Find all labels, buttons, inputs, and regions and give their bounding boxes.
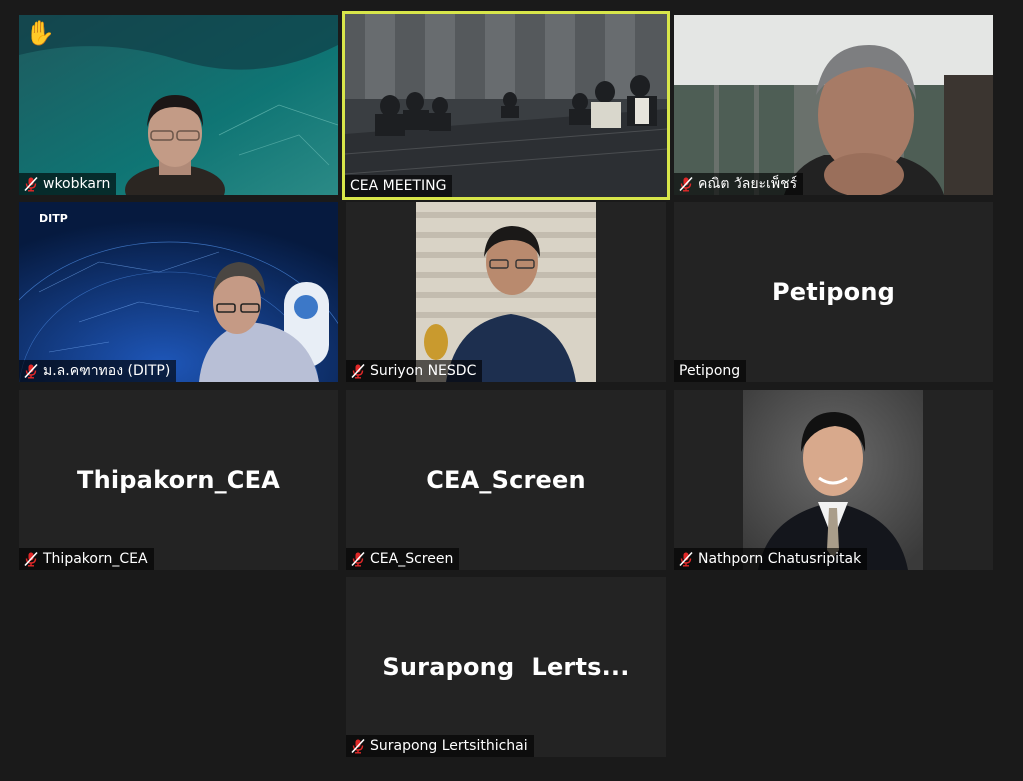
participant-label: Suriyon NESDC (346, 360, 483, 382)
participant-video (674, 15, 993, 195)
participant-label: Petipong (674, 360, 747, 382)
mic-muted-icon (350, 738, 366, 754)
participant-name: wkobkarn (43, 176, 111, 192)
participant-video (743, 390, 923, 570)
ditp-logo: DITP (39, 212, 68, 225)
participant-tile-cea-meeting[interactable]: CEA MEETING (342, 11, 670, 200)
participant-display-name: Petipong (771, 278, 896, 306)
participant-video (345, 14, 667, 197)
participant-video (19, 202, 338, 382)
mic-muted-icon (23, 176, 39, 192)
mic-muted-icon (23, 363, 39, 379)
participant-label: CEA MEETING (345, 175, 453, 197)
participant-label: wkobkarn (19, 173, 117, 195)
participant-name: CEA_Screen (370, 551, 454, 567)
mic-muted-icon (23, 551, 39, 567)
participant-name: Nathporn Chatusripitak (698, 551, 862, 567)
participant-video (19, 15, 338, 195)
participant-label: Nathporn Chatusripitak (674, 548, 868, 570)
participant-label: CEA_Screen (346, 548, 460, 570)
participant-label: Surapong Lertsithichai (346, 735, 534, 757)
participant-name: Thipakorn_CEA (43, 551, 148, 567)
mic-muted-icon (678, 551, 694, 567)
participant-label: Thipakorn_CEA (19, 548, 154, 570)
participant-name: คณิต วัลยะเพ็ชร์ (698, 176, 798, 192)
mic-muted-icon (678, 176, 694, 192)
participant-video (416, 202, 596, 382)
participant-tile-thipakorn[interactable]: Thipakorn_CEA Thipakorn_CEA (19, 390, 338, 570)
participant-name: CEA MEETING (350, 178, 447, 194)
raised-hand-icon: ✋ (25, 19, 55, 47)
participant-name: Petipong (679, 363, 741, 379)
participant-display-name: Surapong Lerts... (382, 653, 630, 681)
participant-name: Surapong Lertsithichai (370, 738, 528, 754)
participant-tile-suriyon[interactable]: Suriyon NESDC (346, 202, 666, 382)
mic-muted-icon (350, 551, 366, 567)
participant-tile-cea-screen[interactable]: CEA_Screen CEA_Screen (346, 390, 666, 570)
participant-name: ม.ล.คฑาทอง (DITP) (43, 363, 171, 379)
mic-muted-icon (350, 363, 366, 379)
participant-display-name: CEA_Screen (426, 466, 586, 494)
participant-name: Suriyon NESDC (370, 363, 477, 379)
participant-tile-ditp[interactable]: DITP ม.ล.คฑาทอง (DITP) (19, 202, 338, 382)
participant-tile-nathporn[interactable]: Nathporn Chatusripitak (674, 390, 993, 570)
participant-label: ม.ล.คฑาทอง (DITP) (19, 360, 177, 382)
participant-label: คณิต วัลยะเพ็ชร์ (674, 173, 804, 195)
participant-tile-petipong[interactable]: Petipong Petipong (674, 202, 993, 382)
participant-tile-kanit[interactable]: คณิต วัลยะเพ็ชร์ (674, 15, 993, 195)
participant-tile-wkobkarn[interactable]: ✋ wkobkarn (19, 15, 338, 195)
participant-display-name: Thipakorn_CEA (77, 466, 280, 494)
participant-tile-surapong[interactable]: Surapong Lerts... Surapong Lertsithichai (346, 577, 666, 757)
